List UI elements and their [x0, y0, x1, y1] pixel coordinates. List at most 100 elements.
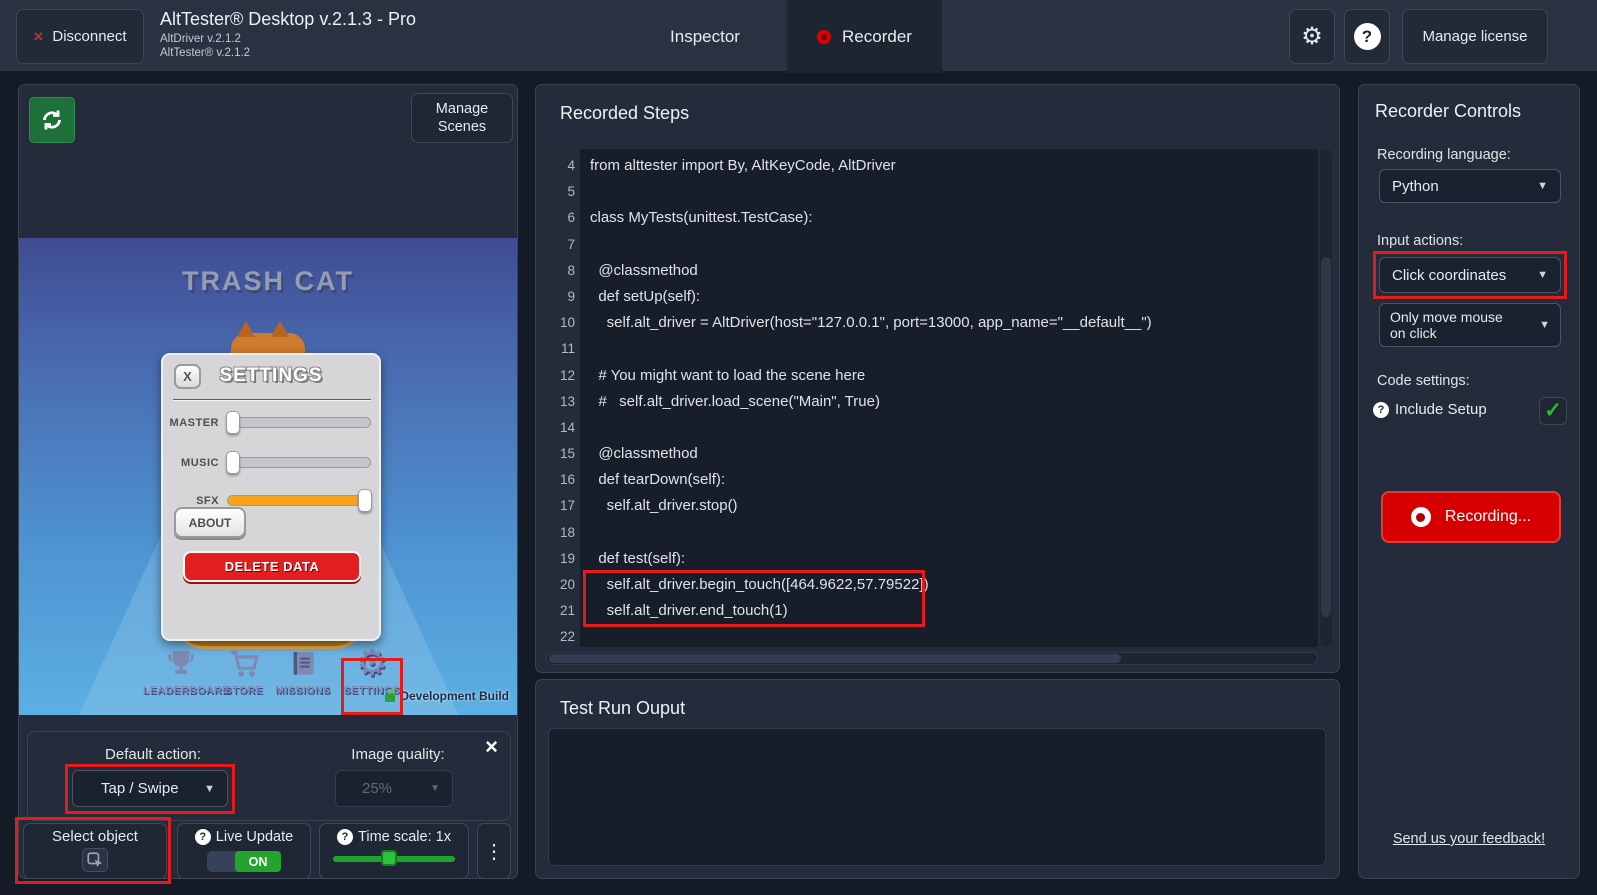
delete-data-button[interactable]: DELETE DATA	[183, 551, 361, 582]
recorder-controls-panel: Recorder Controls Recording language: Py…	[1358, 84, 1580, 879]
master-slider[interactable]	[227, 417, 371, 428]
image-quality-dropdown[interactable]: 25% ▼	[335, 770, 453, 807]
code-editor[interactable]: 4from alttester import By, AltKeyCode, A…	[546, 149, 1318, 647]
close-icon[interactable]: ×	[485, 734, 498, 760]
kebab-icon: ⋮	[484, 839, 504, 864]
book-icon	[265, 643, 341, 681]
chevron-down-icon: ▼	[204, 783, 215, 795]
code-line[interactable]: 20 self.alt_driver.begin_touch([464.9622…	[546, 572, 1318, 598]
music-volume-row: MUSIC	[163, 453, 379, 477]
code-line[interactable]: 19 def test(self):	[546, 546, 1318, 572]
record-icon	[1411, 507, 1431, 527]
altdriver-version: AltDriver v.2.1.2	[160, 32, 416, 46]
tab-inspector-label: Inspector	[670, 27, 740, 47]
live-update-help-icon[interactable]: ?	[195, 829, 211, 845]
development-build-label: Development Build	[400, 689, 509, 703]
app-title-block: AltTester® Desktop v.2.1.3 - Pro AltDriv…	[160, 9, 416, 60]
music-slider[interactable]	[227, 457, 371, 468]
recorder-controls-title: Recorder Controls	[1375, 101, 1521, 122]
code-line[interactable]: 13 # self.alt_driver.load_scene("Main", …	[546, 389, 1318, 415]
manage-scenes-button[interactable]: Manage Scenes	[411, 93, 513, 143]
code-line[interactable]: 9 def setUp(self):	[546, 284, 1318, 310]
sfx-label: SFX	[163, 495, 219, 507]
input-actions-value: Click coordinates	[1392, 267, 1506, 284]
mouse-move-value: Only move mouse on click	[1390, 309, 1520, 341]
code-line[interactable]: 16 def tearDown(self):	[546, 467, 1318, 493]
recording-label: Recording...	[1445, 508, 1531, 526]
tab-recorder[interactable]: Recorder	[787, 0, 942, 73]
code-line[interactable]: 17 self.alt_driver.stop()	[546, 493, 1318, 519]
disconnect-label: Disconnect	[52, 28, 126, 45]
game-settings-dialog: X SETTINGS MASTER MUSIC SFX ABOUT DELETE…	[161, 353, 381, 641]
live-update-toggle[interactable]: ON	[207, 851, 281, 872]
default-action-dropdown[interactable]: Tap / Swipe ▼	[72, 770, 228, 807]
select-object-button[interactable]: Select object	[23, 823, 167, 879]
input-actions-dropdown[interactable]: Click coordinates ▼	[1379, 257, 1561, 293]
test-run-output-box	[548, 728, 1326, 866]
time-scale-help-icon[interactable]: ?	[337, 829, 353, 845]
recording-button[interactable]: Recording...	[1381, 491, 1561, 543]
feedback-link[interactable]: Send us your feedback!	[1359, 831, 1579, 847]
live-update-label: Live Update	[216, 829, 293, 845]
more-options-button[interactable]: ⋮	[477, 823, 511, 879]
time-scale-slider-thumb[interactable]	[381, 850, 397, 866]
code-line[interactable]: 6class MyTests(unittest.TestCase):	[546, 205, 1318, 231]
recording-language-dropdown[interactable]: Python ▼	[1379, 169, 1561, 203]
code-line[interactable]: 18	[546, 520, 1318, 546]
device-panel: Manage Scenes TRASH CAT RUN! X SETTINGS …	[18, 84, 518, 879]
code-line[interactable]: 4from alttester import By, AltKeyCode, A…	[546, 153, 1318, 179]
recorded-steps-title: Recorded Steps	[560, 103, 689, 124]
tab-inspector[interactable]: Inspector	[640, 0, 770, 73]
include-setup-row: ? Include Setup ✓	[1373, 401, 1567, 418]
manage-scenes-label: Manage Scenes	[420, 100, 504, 136]
code-line[interactable]: 10 self.alt_driver = AltDriver(host="127…	[546, 310, 1318, 336]
code-line[interactable]: 5	[546, 179, 1318, 205]
include-setup-help-icon[interactable]: ?	[1373, 402, 1389, 418]
top-bar: × Disconnect AltTester® Desktop v.2.1.3 …	[0, 0, 1597, 73]
master-label: MASTER	[163, 417, 219, 429]
recording-language-label: Recording language:	[1377, 147, 1511, 163]
code-line[interactable]: 11	[546, 336, 1318, 362]
default-action-label: Default action:	[68, 746, 238, 763]
page-title: AltTester® Desktop v.2.1.3 - Pro	[160, 9, 416, 30]
code-line[interactable]: 21 self.alt_driver.end_touch(1)	[546, 598, 1318, 624]
code-line[interactable]: 8 @classmethod	[546, 258, 1318, 284]
about-button[interactable]: ABOUT	[174, 507, 246, 538]
disconnect-button[interactable]: × Disconnect	[16, 9, 144, 64]
sfx-slider[interactable]	[227, 495, 371, 506]
game-preview[interactable]: TRASH CAT RUN! X SETTINGS MASTER MUSIC S…	[19, 238, 517, 715]
code-line[interactable]: 22	[546, 624, 1318, 647]
code-line[interactable]: 15 @classmethod	[546, 441, 1318, 467]
chevron-down-icon: ▼	[1537, 269, 1548, 281]
test-run-output-panel: Test Run Ouput	[535, 679, 1340, 879]
code-line[interactable]: 14	[546, 415, 1318, 441]
horizontal-scrollbar[interactable]	[546, 652, 1318, 665]
code-line[interactable]: 12 # You might want to load the scene he…	[546, 363, 1318, 389]
game-menu-missions[interactable]: MISSIONS	[265, 643, 341, 696]
dialog-divider	[173, 399, 371, 401]
dialog-title: SETTINGS	[163, 365, 379, 387]
default-action-value: Tap / Swipe	[101, 780, 179, 797]
settings-gear-button[interactable]: ⚙	[1289, 9, 1335, 64]
refresh-button[interactable]	[29, 97, 75, 143]
music-label: MUSIC	[163, 457, 219, 469]
mouse-move-dropdown[interactable]: Only move mouse on click ▼	[1379, 303, 1561, 347]
manage-license-label: Manage license	[1422, 28, 1527, 45]
code-line[interactable]: 7	[546, 232, 1318, 258]
check-icon: ✓	[1544, 398, 1562, 423]
help-button[interactable]: ?	[1344, 9, 1390, 64]
about-label: ABOUT	[189, 516, 232, 530]
alttester-version: AltTester® v.2.1.2	[160, 46, 416, 60]
recording-language-value: Python	[1392, 178, 1439, 195]
manage-license-button[interactable]: Manage license	[1402, 9, 1548, 64]
tab-recorder-label: Recorder	[842, 27, 912, 47]
delete-data-label: DELETE DATA	[225, 559, 320, 574]
time-scale-slider[interactable]	[333, 856, 455, 862]
vertical-scrollbar[interactable]	[1320, 149, 1332, 647]
horizontal-scrollbar-thumb[interactable]	[549, 654, 1121, 663]
include-setup-checkbox[interactable]: ✓	[1539, 397, 1567, 425]
include-setup-label: Include Setup	[1395, 401, 1487, 418]
vertical-scrollbar-thumb[interactable]	[1321, 257, 1331, 617]
game-title: TRASH CAT	[19, 266, 517, 297]
live-update-control: ? Live Update ON	[177, 823, 311, 879]
